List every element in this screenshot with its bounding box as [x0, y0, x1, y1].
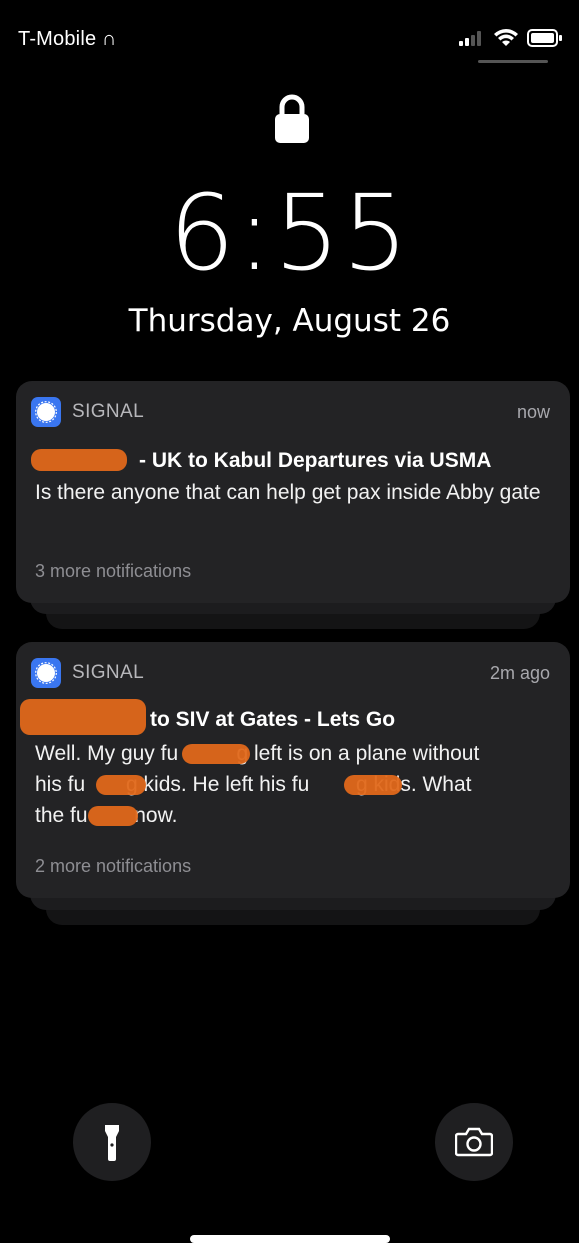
- battery-icon: [527, 29, 562, 47]
- redaction-mark: [31, 449, 127, 471]
- camera-icon: [455, 1127, 493, 1157]
- signal-app-icon: [31, 397, 61, 427]
- notification-header: SIGNAL 2m ago: [31, 658, 550, 688]
- status-bar: T-Mobile ∩: [0, 0, 579, 80]
- carrier-name: T-Mobile ∩: [18, 28, 117, 50]
- notification-time: 2m ago: [489, 662, 550, 683]
- home-indicator[interactable]: [190, 1235, 390, 1243]
- notification-body-line-1: Well. My guy fu g left is on a plane wit…: [35, 742, 480, 765]
- flashlight-icon: [105, 1125, 119, 1161]
- status-icons: [457, 28, 563, 48]
- lock-screen-time: 6:55: [168, 172, 411, 294]
- control-center-indicator[interactable]: [478, 60, 548, 63]
- redaction-mark: [20, 699, 146, 735]
- signal-app-icon: [31, 658, 61, 688]
- app-name: SIGNAL: [72, 662, 145, 683]
- camera-button[interactable]: [435, 1103, 513, 1181]
- lock-icon: [275, 94, 309, 143]
- more-notifications-label[interactable]: 3 more notifications: [35, 561, 191, 582]
- notification-card[interactable]: SIGNAL now - UK to Kabul Departures via …: [16, 381, 570, 603]
- redaction-mark: [88, 806, 138, 826]
- notification-title: to SIV at Gates - Lets Go: [150, 708, 396, 731]
- redaction-mark: [182, 744, 250, 764]
- notification-group-signal-1[interactable]: SIGNAL now - UK to Kabul Departures via …: [16, 381, 570, 631]
- notification-title: - UK to Kabul Departures via USMA: [139, 449, 492, 472]
- notification-card[interactable]: SIGNAL 2m ago to SIV at Gates - Lets Go …: [16, 642, 570, 898]
- notification-header: SIGNAL now: [31, 397, 550, 427]
- lock-screen-date: Thursday, August 26: [128, 303, 451, 339]
- flashlight-button[interactable]: [73, 1103, 151, 1181]
- redaction-mark: [96, 775, 146, 795]
- notification-time: now: [516, 401, 550, 422]
- more-notifications-label[interactable]: 2 more notifications: [35, 856, 191, 877]
- redaction-mark: [344, 775, 402, 795]
- app-name: SIGNAL: [72, 401, 145, 422]
- cellular-signal-icon: [459, 31, 481, 46]
- wifi-icon: [494, 29, 518, 46]
- notification-body: Is there anyone that can help get pax in…: [35, 481, 541, 504]
- notification-group-signal-2[interactable]: SIGNAL 2m ago to SIV at Gates - Lets Go …: [16, 642, 570, 927]
